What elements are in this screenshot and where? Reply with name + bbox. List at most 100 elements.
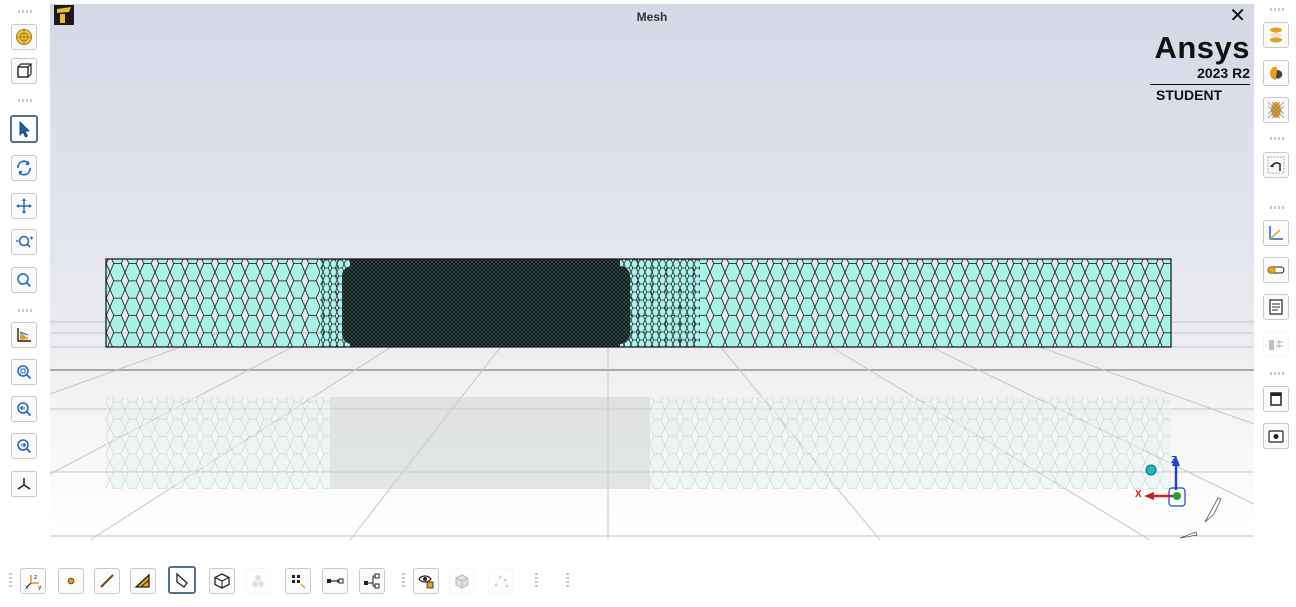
magnify-icon xyxy=(17,365,32,380)
mesh-display-button[interactable] xyxy=(11,24,37,50)
triad-z-label: Z xyxy=(1171,455,1178,466)
toolbar-grip[interactable] xyxy=(1270,137,1284,140)
body-select-button[interactable] xyxy=(168,566,196,594)
axis-orientation-button[interactable]: zx y xyxy=(20,568,46,594)
zoom-box-icon xyxy=(17,273,32,288)
magnify-button[interactable] xyxy=(11,359,37,385)
element-face-select-icon xyxy=(214,573,230,589)
body-select-icon xyxy=(176,572,188,588)
vertex-select-icon xyxy=(67,577,75,585)
graphics-viewport[interactable]: Mesh ✕ Ansys 2023 R2 STUDENT Z X xyxy=(50,4,1254,540)
orientation-triad xyxy=(1144,456,1222,539)
svg-text:x: x xyxy=(25,584,29,590)
viewport-title: Mesh xyxy=(636,10,668,24)
previous-view-icon xyxy=(17,402,32,417)
cross-section-icon xyxy=(1270,27,1282,43)
node-select-button[interactable] xyxy=(285,568,311,594)
next-view-button[interactable] xyxy=(11,433,37,459)
show-all-bodies-icon xyxy=(455,574,469,589)
toolbar-grip[interactable] xyxy=(402,573,405,587)
display-frame-icon xyxy=(1270,392,1282,406)
mesh-reflection xyxy=(106,397,1171,489)
toolbar-grip[interactable] xyxy=(1270,206,1284,209)
mesh-body xyxy=(105,258,1172,348)
toolbar-grip[interactable] xyxy=(18,309,32,312)
fit-icon xyxy=(17,328,31,342)
right-toolbar xyxy=(1254,0,1296,540)
select-cursor-icon xyxy=(19,121,30,138)
show-mesh-button[interactable] xyxy=(1263,60,1289,86)
pan-button[interactable] xyxy=(11,193,37,219)
toolbar-grip[interactable] xyxy=(9,573,12,587)
select-button[interactable] xyxy=(10,115,38,143)
element-select-icon xyxy=(252,575,264,587)
zoom-button[interactable] xyxy=(11,229,37,255)
brand-name: Ansys xyxy=(1154,30,1250,65)
display-frame-button[interactable] xyxy=(1263,386,1289,412)
face-select-button[interactable] xyxy=(130,568,156,594)
screenshot-icon xyxy=(1268,430,1284,443)
reset-view-button[interactable] xyxy=(1263,152,1289,178)
element-face-select-button[interactable] xyxy=(209,568,235,594)
wireframe-button[interactable] xyxy=(1263,97,1289,123)
view-box-icon xyxy=(17,63,32,78)
element-select-button[interactable] xyxy=(245,568,271,594)
cross-section-button[interactable] xyxy=(1263,22,1289,48)
mesh-scene xyxy=(50,258,1254,540)
show-all-bodies-button[interactable] xyxy=(449,568,475,594)
hide-tree-button[interactable] xyxy=(1263,331,1289,357)
extend-select-icon xyxy=(327,578,344,584)
coordinate-axes-button[interactable] xyxy=(1263,220,1289,246)
edge-select-button[interactable] xyxy=(94,568,120,594)
isometric-view-icon xyxy=(17,478,31,490)
isometric-view-button[interactable] xyxy=(11,471,37,497)
edge-select-icon xyxy=(100,574,114,588)
fit-button[interactable] xyxy=(11,322,37,348)
zoom-box-button[interactable] xyxy=(11,267,37,293)
legend-button[interactable] xyxy=(1263,294,1289,320)
pan-icon xyxy=(16,198,32,214)
show-node-button[interactable] xyxy=(488,568,514,594)
toolbar-grip[interactable] xyxy=(18,10,32,13)
rotate-button[interactable] xyxy=(11,155,37,181)
svg-text:z: z xyxy=(34,574,37,581)
zoom-icon xyxy=(16,235,33,248)
extend-select-button[interactable] xyxy=(322,568,348,594)
ruler-icon xyxy=(1267,266,1285,274)
show-mesh-icon xyxy=(1270,66,1283,80)
screenshot-button[interactable] xyxy=(1263,423,1289,449)
toolbar-grip[interactable] xyxy=(566,573,569,587)
show-vertices-button[interactable] xyxy=(413,568,439,594)
ansys-logo: Ansys 2023 R2 STUDENT xyxy=(1150,32,1250,105)
toolbar-grip[interactable] xyxy=(18,99,32,102)
face-select-icon xyxy=(134,573,150,588)
coordinate-axes-icon xyxy=(1269,226,1283,240)
brand-edition: STUDENT xyxy=(1156,87,1223,103)
hide-tree-icon xyxy=(1269,340,1283,350)
wireframe-icon xyxy=(1267,101,1285,119)
show-node-icon xyxy=(494,575,509,588)
reset-view-icon xyxy=(1267,156,1285,174)
previous-view-button[interactable] xyxy=(11,396,37,422)
svg-text:y: y xyxy=(38,584,42,590)
node-select-icon xyxy=(292,575,306,589)
vertex-select-button[interactable] xyxy=(58,568,84,594)
triad-x-label: X xyxy=(1135,489,1142,500)
ruler-button[interactable] xyxy=(1263,257,1289,283)
next-view-icon xyxy=(17,439,32,454)
brand-version: 2023 R2 xyxy=(1150,64,1250,85)
box-select-icon xyxy=(364,573,380,589)
toolbar-grip[interactable] xyxy=(1270,8,1284,11)
close-icon[interactable]: ✕ xyxy=(1229,5,1246,27)
view-box-button[interactable] xyxy=(11,58,37,84)
axis-orientation-icon: zx y xyxy=(25,574,42,590)
mesh-display-icon xyxy=(16,29,32,45)
legend-icon xyxy=(1269,299,1283,315)
show-vertices-icon xyxy=(418,575,434,589)
left-toolbar xyxy=(0,0,50,540)
toolbar-grip[interactable] xyxy=(535,573,538,587)
box-select-button[interactable] xyxy=(359,568,385,594)
rotate-icon xyxy=(17,160,31,176)
toolbar-grip[interactable] xyxy=(1270,372,1284,375)
bottom-toolbar: zx y xyxy=(0,540,1296,607)
